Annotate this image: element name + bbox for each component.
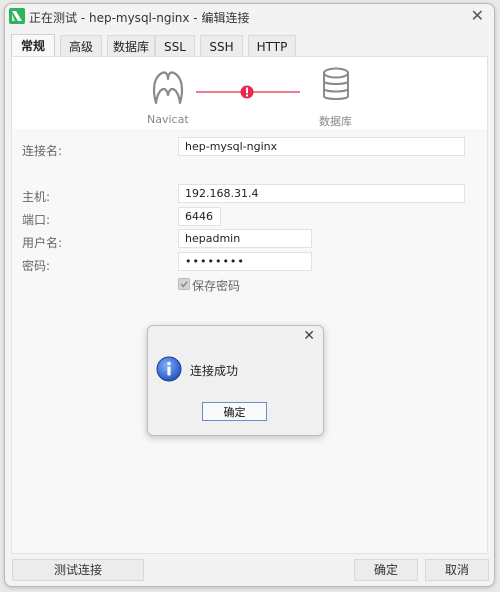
save-password-checkbox[interactable] (178, 278, 190, 290)
navicat-app-icon (9, 8, 25, 24)
cancel-button[interactable]: 取消 (425, 559, 489, 581)
window-title: 正在测试 - hep-mysql-nginx - 编辑连接 (29, 11, 250, 25)
host-input[interactable] (178, 184, 465, 203)
tab-ssl[interactable]: SSL (155, 35, 195, 57)
port-input[interactable] (178, 207, 221, 226)
port-label: 端口: (22, 213, 51, 227)
host-label: 主机: (22, 190, 51, 204)
general-tab-panel: Navicat 数据库 连接名: 主机: 端口: 用户名: 密码: 保存密码 (11, 56, 488, 554)
navicat-label: Navicat (147, 113, 189, 126)
dialog-message: 连接成功 (190, 364, 239, 378)
database-icon (323, 67, 349, 100)
connection-success-dialog: ✕ 连接成功 确定 (147, 325, 324, 436)
checkmark-icon (180, 281, 188, 288)
info-icon (156, 356, 182, 382)
tab-ssh[interactable]: SSH (200, 35, 243, 57)
ok-button[interactable]: 确定 (354, 559, 418, 581)
database-label: 数据库 (319, 115, 352, 128)
test-connection-button[interactable]: 测试连接 (12, 559, 144, 581)
dialog-ok-button[interactable]: 确定 (202, 402, 267, 421)
dialog-close-icon[interactable]: ✕ (303, 328, 315, 344)
username-input[interactable] (178, 229, 312, 248)
title-bar: 正在测试 - hep-mysql-nginx - 编辑连接 ✕ (5, 4, 494, 30)
edit-connection-window: 正在测试 - hep-mysql-nginx - 编辑连接 ✕ 常规 高级 数据… (4, 3, 495, 587)
tab-general[interactable]: 常规 (11, 34, 55, 58)
save-password-label: 保存密码 (192, 279, 241, 293)
connection-name-input[interactable] (178, 137, 465, 156)
error-status-icon (240, 85, 254, 99)
password-label: 密码: (22, 259, 51, 273)
navicat-logo-icon (152, 71, 184, 105)
connection-name-label: 连接名: (22, 144, 63, 158)
connection-diagram: Navicat 数据库 (12, 57, 487, 129)
password-input[interactable] (178, 252, 312, 271)
tab-advanced[interactable]: 高级 (60, 35, 102, 57)
tab-databases[interactable]: 数据库 (107, 35, 155, 57)
username-label: 用户名: (22, 236, 63, 250)
tab-http[interactable]: HTTP (248, 35, 296, 57)
window-close-icon[interactable]: ✕ (471, 7, 484, 25)
